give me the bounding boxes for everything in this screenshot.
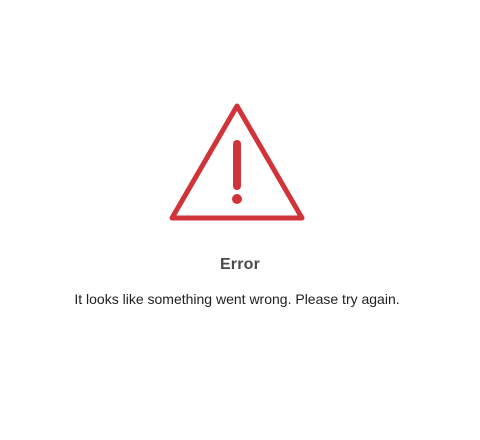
warning-triangle-icon bbox=[166, 100, 308, 226]
error-page: Error It looks like something went wrong… bbox=[0, 0, 480, 440]
error-title: Error bbox=[219, 256, 261, 273]
error-message: It looks like something went wrong. Plea… bbox=[74, 291, 400, 307]
